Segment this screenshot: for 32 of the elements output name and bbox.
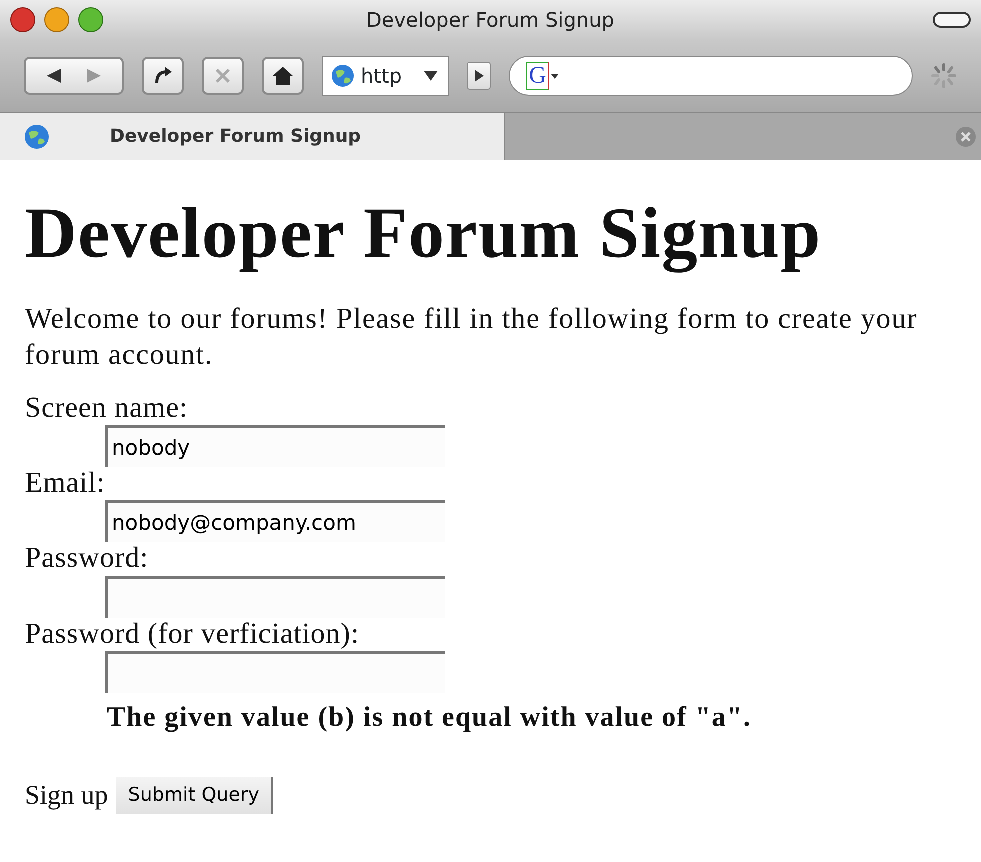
play-arrow-icon: [472, 68, 486, 84]
back-forward-button[interactable]: [24, 57, 124, 95]
home-icon: [272, 65, 294, 87]
minimize-window-icon[interactable]: [44, 7, 70, 33]
field-label: Password:: [25, 542, 150, 576]
intro-paragraph: Welcome to our forums! Please fill in the following form to create your forum account.: [25, 302, 919, 374]
window-title: Developer Forum Signup: [366, 8, 614, 32]
go-button[interactable]: [467, 62, 492, 90]
dropdown-caret-icon[interactable]: [551, 72, 560, 80]
home-button[interactable]: [262, 57, 304, 95]
reload-button[interactable]: [142, 57, 184, 95]
submit-button[interactable]: Submit Query: [116, 777, 274, 814]
field-label: Email:: [25, 467, 106, 500]
close-window-icon[interactable]: [10, 7, 36, 33]
loading-spinner-icon: [931, 63, 957, 89]
search-field[interactable]: G: [509, 56, 913, 96]
toolbar-toggle-icon[interactable]: [933, 10, 971, 30]
error-message: The given value (b) is not equal with value of "a".: [107, 701, 752, 736]
globe-icon: [24, 124, 50, 150]
field-label: Screen name:: [25, 392, 190, 426]
page-heading: Developer Forum Signup: [25, 194, 823, 274]
field-label: Password (for verficiation):: [25, 618, 361, 652]
browser-tab[interactable]: Developer Forum Signup: [0, 113, 505, 160]
input-field[interactable]: nobody@company.com: [105, 500, 445, 542]
close-tab-icon[interactable]: [955, 126, 977, 148]
dropdown-caret-icon[interactable]: [422, 69, 440, 83]
search-engine-logo[interactable]: G: [526, 62, 550, 90]
globe-icon: [331, 64, 355, 88]
input-field[interactable]: nobody: [105, 425, 445, 468]
address-field[interactable]: http: [322, 56, 450, 96]
submit-label: Sign up: [25, 779, 108, 812]
zoom-window-icon[interactable]: [78, 7, 104, 33]
